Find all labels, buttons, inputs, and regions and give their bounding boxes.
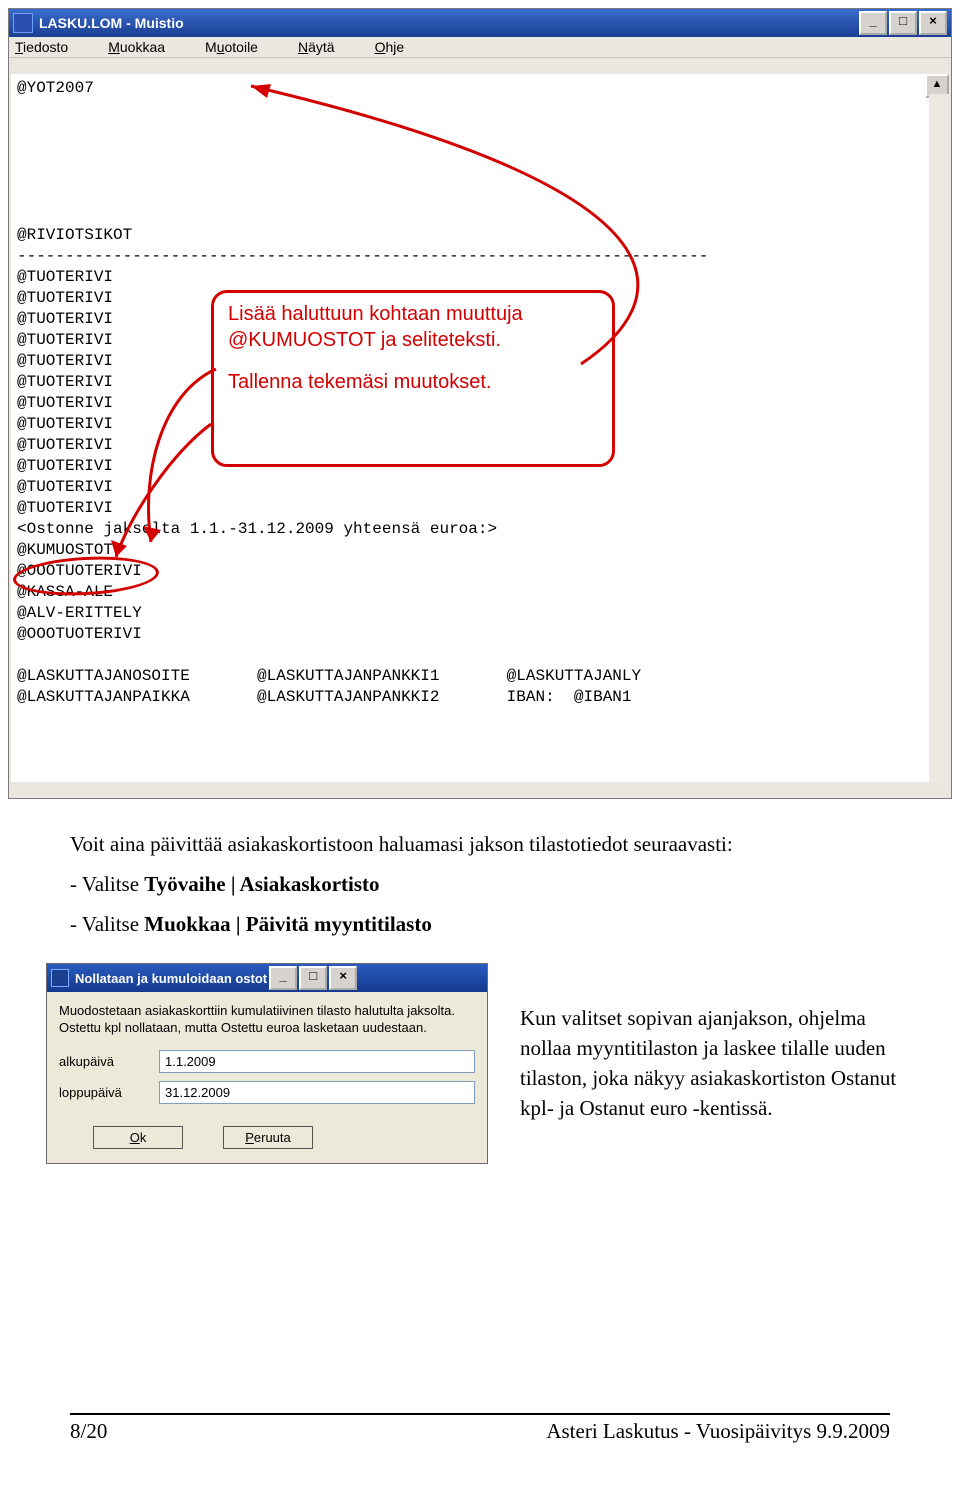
maximize-button[interactable]: □	[889, 11, 917, 35]
menu-format[interactable]: Muotoile	[205, 39, 278, 55]
editor-area[interactable]: ▲ @YOT2007 @RIVIOTSIKOT ----------------…	[11, 74, 949, 782]
instruction-step1: - Valitse Työvaihe | Asiakaskortisto	[70, 869, 890, 899]
close-button[interactable]: ×	[919, 11, 947, 35]
side-note: Kun valitset sopivan ajanjakson, ohjelma…	[520, 1003, 900, 1123]
end-date-label: loppupäivä	[59, 1085, 159, 1100]
page-footer: 8/20 Asteri Laskutus - Vuosipäivitys 9.9…	[70, 1413, 890, 1444]
annotation-line1: Lisää haluttuun kohtaan muuttuja @KUMUOS…	[228, 301, 598, 353]
dialog-window: Nollataan ja kumuloidaan ostot _ □ × Muo…	[46, 963, 488, 1164]
dialog-description: Muodostetaan asiakaskorttiin kumulatiivi…	[59, 1002, 475, 1036]
annotation-line2: Tallenna tekemäsi muutokset.	[228, 369, 598, 395]
annotation-callout: Lisää haluttuun kohtaan muuttuja @KUMUOS…	[211, 290, 615, 467]
menu-help[interactable]: Ohje	[375, 39, 425, 55]
start-date-label: alkupäivä	[59, 1054, 159, 1069]
dialog-minimize-button[interactable]: _	[269, 966, 297, 990]
dialog-titlebar[interactable]: Nollataan ja kumuloidaan ostot _ □ ×	[47, 964, 487, 992]
page-number: 8/20	[70, 1419, 107, 1444]
instruction-text: Voit aina päivittää asiakaskortistoon ha…	[70, 829, 890, 939]
cancel-button[interactable]: Peruuta	[223, 1126, 313, 1149]
ok-button[interactable]: Ok	[93, 1126, 183, 1149]
footer-title: Asteri Laskutus - Vuosipäivitys 9.9.2009	[107, 1419, 890, 1444]
scrollbar[interactable]	[929, 94, 949, 782]
dialog-title: Nollataan ja kumuloidaan ostot	[75, 971, 267, 986]
app-icon	[13, 13, 33, 33]
instruction-intro: Voit aina päivittää asiakaskortistoon ha…	[70, 829, 890, 859]
menu-file[interactable]: Tiedosto	[15, 39, 88, 55]
instruction-step2: - Valitse Muokkaa | Päivitä myyntitilast…	[70, 909, 890, 939]
minimize-button[interactable]: _	[859, 11, 887, 35]
dialog-icon	[51, 969, 69, 987]
start-date-input[interactable]	[159, 1050, 475, 1073]
menubar[interactable]: Tiedosto Muokkaa Muotoile Näytä Ohje	[9, 37, 951, 58]
dialog-maximize-button[interactable]: □	[299, 966, 327, 990]
window-title: LASKU.LOM - Muistio	[39, 15, 184, 31]
notepad-window: LASKU.LOM - Muistio _ □ × Tiedosto Muokk…	[8, 8, 952, 799]
dialog-close-button[interactable]: ×	[329, 966, 357, 990]
titlebar[interactable]: LASKU.LOM - Muistio _ □ ×	[9, 9, 951, 37]
end-date-input[interactable]	[159, 1081, 475, 1104]
menu-view[interactable]: Näytä	[298, 39, 355, 55]
menu-edit[interactable]: Muokkaa	[108, 39, 185, 55]
